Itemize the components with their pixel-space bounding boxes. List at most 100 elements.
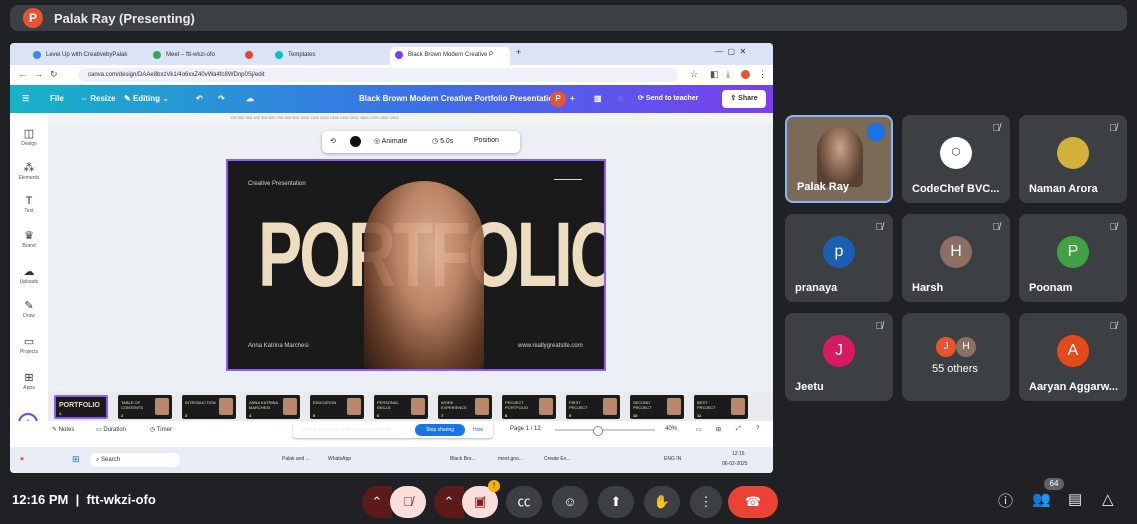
editing-menu[interactable]: ✎ Editing ⌄ [124,94,169,103]
taskbar-date[interactable]: 06-02-2025 [722,461,748,467]
rail-design[interactable]: ◫ Design [10,127,48,147]
chat-icon[interactable]: ▤ [1068,490,1082,508]
thumbnail[interactable]: FIRST PROJECT 9 [566,395,620,419]
activities-icon[interactable]: △ [1102,490,1114,508]
slide-canvas[interactable]: Creative Presentation PORTFOLIO Anna Kat… [226,159,606,371]
browser-tab[interactable]: Meet – ftt-wkzi-ofo [148,47,238,65]
participant-tile[interactable]: A 🎙̸ Aaryan Aggarw... [1019,313,1127,401]
fullscreen-icon[interactable]: ⤢ [736,426,741,433]
thumbnail[interactable]: SECOND PROJECT 10 [630,395,684,419]
participant-tile[interactable]: 🎙̸ Naman Arora [1019,115,1127,203]
present-button[interactable]: ⬆ [598,486,634,518]
file-menu[interactable]: File [50,94,64,103]
taskbar-app[interactable]: Create Ev... [544,456,570,462]
thumbnail[interactable]: PORTFOLIO 1 [54,395,108,419]
participant-tile-others[interactable]: J H 55 others [902,313,1010,401]
participant-tile[interactable]: H 🎙̸ Harsh [902,214,1010,302]
animate-button[interactable]: ◎ Animate [374,137,407,145]
taskbar-app[interactable]: Black Bro... [450,456,476,462]
participant-tile-palak[interactable]: Palak Ray [785,115,893,203]
thumbnail[interactable]: TABLE OF CONTENTS 2 [118,395,172,419]
rail-elements[interactable]: ⁂ Elements [10,161,48,181]
comment-icon[interactable]: ◌ [618,94,623,103]
browser-tab[interactable]: Templates [270,47,388,65]
taskbar-app[interactable]: Palak and ... [282,456,310,462]
forward-icon[interactable]: → [34,69,43,79]
star-icon[interactable]: ☆ [690,69,698,80]
participant-tile[interactable]: p 🎙̸ pranaya [785,214,893,302]
zoom-level[interactable]: 40% [665,426,677,432]
thumbnail[interactable]: EDUCATION 5 [310,395,364,419]
new-tab-icon[interactable]: + [516,47,521,57]
reactions-button[interactable]: ☺ [552,486,588,518]
people-icon[interactable]: 👥 [1032,490,1051,508]
video-options-chevron-icon[interactable]: ⌃ [434,486,464,518]
stop-sharing-button[interactable]: Stop sharing [415,424,465,436]
design-title[interactable]: Black Brown Modern Creative Portfolio Pr… [359,94,558,103]
position-button[interactable]: Position [474,137,499,144]
rail-text[interactable]: T Text [10,195,48,214]
thumbnail[interactable]: ANNA KATRINA MARCHESI 4 [246,395,300,419]
participant-tile[interactable]: ⬡ 🎙̸ CodeChef BVC... [902,115,1010,203]
browser-tab-active[interactable]: Black Brown Modern Creative P [390,47,510,65]
browser-tab[interactable]: Level Up with CreativebyPalak [28,47,146,65]
browser-tab[interactable] [240,47,268,65]
taskbar-search[interactable]: ⌕ Search [90,453,180,467]
rail-apps[interactable]: ⊞ Apps [10,371,48,391]
resize-menu[interactable]: ⇔ Resize [80,94,116,103]
zoom-slider[interactable] [555,426,655,436]
timer-button[interactable]: ◷ Timer [150,426,172,433]
participant-tile[interactable]: P 🎙̸ Poonam [1019,214,1127,302]
share-button[interactable]: ⇪ Share [722,90,766,108]
widgets-icon[interactable]: ◆ [20,456,24,462]
thumbnail[interactable]: BEST PROJECT 11 [694,395,748,419]
url-input[interactable]: canva.com/design/DAAe8bxzVk1/4o6xxZ40vWa… [78,68,678,82]
profile-icon[interactable] [741,70,750,79]
undo-icon[interactable]: ↶ [196,94,203,103]
duration-button[interactable]: ◷ 5.0s [432,137,453,145]
grid-view-icon[interactable]: ⊞ [716,426,721,433]
add-collaborator-icon[interactable]: + [570,94,575,103]
language-indicator[interactable]: ENG IN [664,456,681,462]
redo-icon[interactable]: ↷ [218,94,225,103]
thumbnail[interactable]: WORK EXPERIENCE 7 [438,395,492,419]
rail-uploads[interactable]: ☁ Uploads [10,265,48,285]
rotate-icon[interactable]: ⟲ [330,137,336,145]
windows-start-icon[interactable]: ⊞ [72,454,80,465]
more-options-button[interactable]: ⋮ [690,486,722,518]
help-icon[interactable]: ? [756,426,759,432]
insights-icon[interactable]: ▥ [594,94,602,103]
hide-button[interactable]: Hide [473,427,483,433]
leave-call-button[interactable]: ☎ [728,486,778,518]
page-view-icon[interactable]: ▭ [696,426,702,433]
extensions-icon[interactable]: ◧ [710,69,719,80]
reload-icon[interactable]: ↻ [50,69,58,80]
back-icon[interactable]: ← [18,69,27,79]
menu-icon[interactable]: ⋮ [758,69,767,80]
taskbar-clock[interactable]: 12:15 [732,451,745,457]
rail-brand[interactable]: ♛ Brand [10,229,48,249]
download-icon[interactable]: ⤓ [726,69,730,80]
taskbar-app[interactable]: WhatsApp [328,456,351,462]
meeting-code[interactable]: ftt-wkzi-ofo [86,492,155,507]
rail-projects[interactable]: ▭ Projects [10,335,48,355]
microphone-off-button[interactable]: 🎙̸ [390,486,426,518]
notes-button[interactable]: ✎ Notes [52,426,74,433]
thumbnail[interactable]: PERSONAL SKILLS 6 [374,395,428,419]
color-swatch[interactable] [350,136,361,147]
send-to-teacher-button[interactable]: ⟳ Send to teacher [638,91,714,107]
duration-footer-button[interactable]: ▭ Duration [96,426,126,433]
presenter-chip[interactable]: P Palak Ray (Presenting) [10,5,1127,31]
rail-draw[interactable]: ✎ Draw [10,299,48,319]
thumbnail[interactable]: INTRODUCTION 3 [182,395,236,419]
meeting-details-icon[interactable]: ⓘ [998,490,1013,511]
hamburger-icon[interactable]: ☰ [22,94,29,103]
canva-avatar[interactable]: P [550,91,566,107]
audio-options-chevron-icon[interactable]: ⌃ [362,486,392,518]
participant-tile[interactable]: J 🎙̸ Jeetu [785,313,893,401]
taskbar-app[interactable]: meet.goo... [498,456,523,462]
cloud-icon[interactable]: ☁ [246,94,254,103]
window-controls[interactable]: — ▢ ✕ [715,47,746,56]
thumbnail[interactable]: PROJECT PORTFOLIO 8 [502,395,556,419]
raise-hand-button[interactable]: ✋ [644,486,680,518]
